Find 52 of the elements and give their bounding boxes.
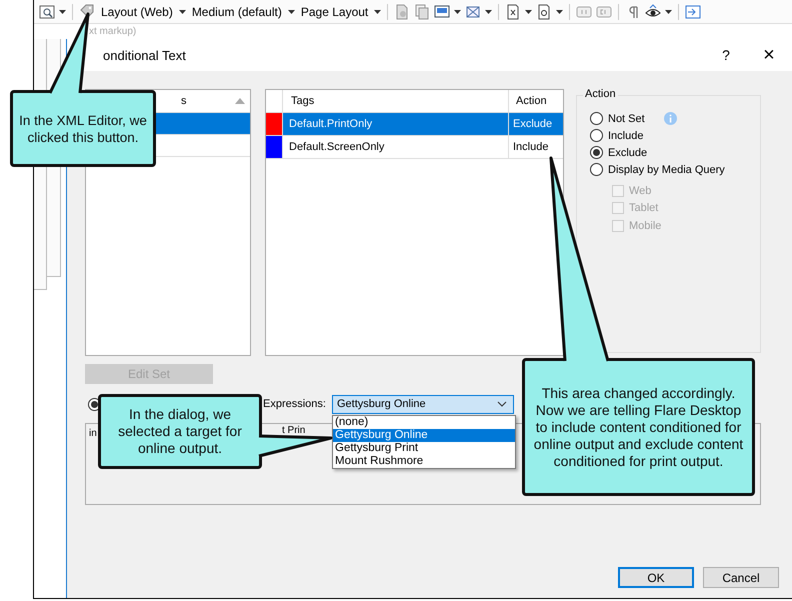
dialog-title: onditional Text: [102, 48, 187, 62]
table-cell: Exclude: [508, 113, 563, 135]
close-button[interactable]: ×: [746, 42, 792, 68]
ok-button[interactable]: OK: [618, 567, 694, 588]
table-row[interactable]: Default.PrintOnly Exclude: [266, 113, 563, 136]
preview-icon[interactable]: [39, 4, 55, 20]
table-cell-text: Default.ScreenOnly: [288, 140, 386, 155]
dropdown-option[interactable]: (none): [333, 416, 515, 428]
checkbox-label: Mobile: [629, 220, 662, 232]
toolbar-dropdown[interactable]: Layout (Web): [99, 4, 175, 18]
dropdown-option[interactable]: Gettysburg Print: [333, 442, 515, 454]
caret-icon[interactable]: [288, 10, 295, 14]
callout-tooltip: This area changed accordingly. Now we are telling Flare Desktop to include content conditioned for online output and exclude content conditioned for print output.: [522, 358, 755, 496]
column-header: s: [181, 95, 186, 107]
checkbox-label: Tablet: [629, 202, 658, 214]
caret-icon[interactable]: [525, 10, 532, 14]
preview-text: t Prin: [282, 425, 306, 436]
caret-icon[interactable]: [485, 10, 492, 14]
column-header: Action: [508, 90, 563, 112]
cancel-button[interactable]: Cancel: [703, 567, 779, 588]
radio-label: Exclude: [608, 146, 648, 158]
table-cell-text: Default.PrintOnly: [288, 117, 374, 132]
eye-icon[interactable]: [645, 4, 662, 20]
radio-button[interactable]: [590, 146, 603, 159]
caret-icon[interactable]: [178, 10, 186, 14]
radio-button[interactable]: [590, 112, 603, 125]
radio-label: Display by Media Query: [608, 164, 725, 176]
caret-icon[interactable]: [556, 10, 564, 14]
dropdown-option[interactable]: Mount Rushmore: [333, 454, 515, 468]
field-label: Expressions:: [263, 398, 327, 410]
caret-icon[interactable]: [374, 10, 382, 14]
caret-icon[interactable]: [454, 10, 462, 14]
radio-button[interactable]: [590, 129, 603, 142]
caret-icon[interactable]: [665, 10, 672, 14]
radio-label: Not Set: [608, 112, 645, 124]
table-row[interactable]: Default.ScreenOnly Include: [266, 136, 563, 159]
help-button[interactable]: ?: [706, 47, 746, 63]
column-header: Tags: [290, 94, 316, 109]
toolbar-dropdown[interactable]: Medium (default): [190, 4, 284, 18]
chevron-down-icon[interactable]: [497, 401, 507, 407]
callout-tooltip: In the dialog, we selected a target for online output.: [98, 394, 262, 469]
envelope-icon[interactable]: [465, 4, 482, 20]
image-icon[interactable]: [434, 4, 450, 20]
radio-label: Include: [608, 130, 644, 142]
preview-text: in: [89, 428, 97, 439]
checkbox-label: Web: [629, 184, 652, 197]
toolbar-dropdown[interactable]: Page Layout: [298, 4, 370, 18]
group-title: Action: [583, 88, 618, 100]
dropdown-option[interactable]: Gettysburg Online: [333, 428, 515, 442]
document-icon[interactable]: [394, 4, 410, 20]
editor-hint: xt markup): [88, 25, 138, 39]
radio-button[interactable]: [590, 163, 603, 176]
